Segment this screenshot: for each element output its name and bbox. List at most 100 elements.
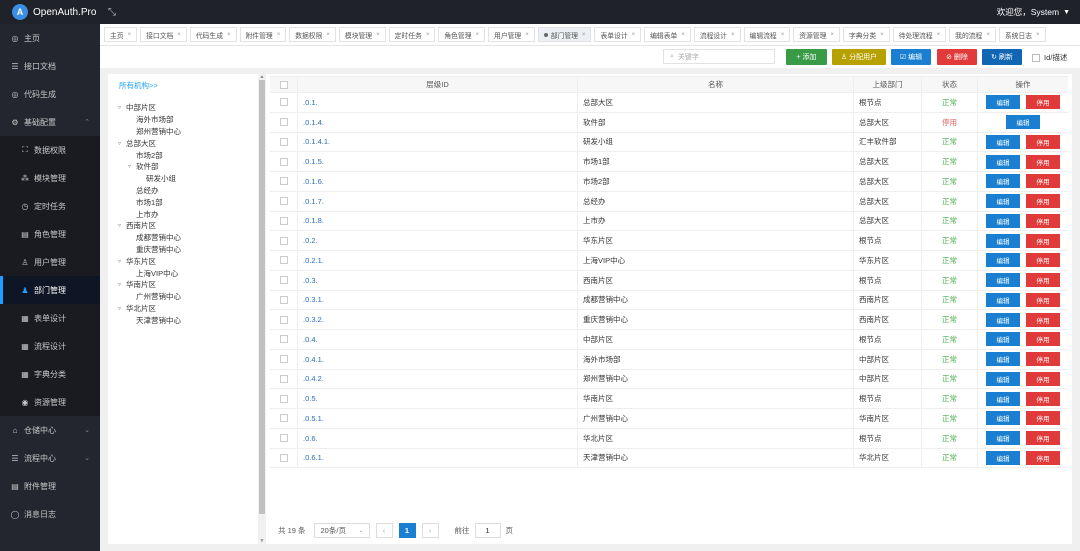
row-edit-button[interactable]: 编辑 (986, 233, 1020, 248)
close-icon[interactable]: × (227, 32, 231, 38)
row-select-cell[interactable] (270, 112, 298, 132)
row-disable-button[interactable]: 停用 (1026, 371, 1060, 386)
sidebar-item-data[interactable]: ⛶ 数据权限 (0, 136, 100, 164)
row-disable-button[interactable]: 停用 (1026, 292, 1060, 307)
row-checkbox[interactable] (279, 276, 288, 285)
row-select-cell[interactable] (270, 369, 298, 389)
tab-item[interactable]: 待处理流程 × (892, 27, 947, 42)
row-checkbox[interactable] (279, 414, 288, 423)
row-disable-button[interactable]: 停用 (1026, 194, 1060, 209)
table-row[interactable]: .0.1.6. 市场2部 总部大区 正常 编辑 停用 (270, 172, 1068, 192)
close-icon[interactable]: × (277, 32, 281, 38)
tab-item[interactable]: 模块管理 × (338, 27, 386, 42)
sidebar-item-check-circle[interactable]: ◎ 代码生成 (0, 80, 100, 108)
tab-item[interactable]: 接口文档 × (140, 27, 187, 42)
tab-item[interactable]: 编辑表单 × (644, 27, 691, 42)
table-row[interactable]: .0.1.4.1. 研发小组 汇丰软件部 正常 编辑 停用 (270, 132, 1068, 153)
tab-item[interactable]: 表单设计 × (594, 27, 642, 42)
tree-node[interactable]: ▿ 华北片区 (108, 303, 258, 315)
row-disable-button[interactable]: 停用 (1026, 253, 1060, 268)
row-select-cell[interactable] (270, 330, 298, 349)
row-checkbox[interactable] (279, 374, 288, 383)
tab-item[interactable]: 系统日志 × (998, 27, 1046, 42)
tree-node[interactable]: ▿ 总部大区 (108, 137, 258, 149)
tab-item[interactable]: 我的流程 × (949, 27, 996, 42)
user-menu[interactable]: 欢迎您，System ▼ (997, 0, 1070, 24)
row-disable-button[interactable]: 停用 (1026, 411, 1060, 426)
sidebar-item-timer[interactable]: ◷ 定时任务 (0, 192, 100, 220)
caret-down-icon[interactable]: ▿ (118, 222, 126, 229)
table-row[interactable]: .0.4.2. 郑州营销中心 中部片区 正常 编辑 停用 (270, 369, 1068, 390)
goto-page-input[interactable]: 1 (474, 523, 501, 538)
header-parent[interactable]: 上级部门 (854, 77, 922, 92)
row-disable-button[interactable]: 停用 (1026, 174, 1060, 189)
row-disable-button[interactable]: 停用 (1026, 233, 1060, 248)
caret-down-icon[interactable]: ▿ (128, 163, 136, 170)
row-disable-button[interactable]: 停用 (1026, 213, 1060, 228)
row-checkbox[interactable] (279, 453, 288, 462)
close-icon[interactable]: × (426, 32, 430, 38)
caret-down-icon[interactable]: ▿ (118, 140, 126, 147)
table-row[interactable]: .0.6. 华北片区 根节点 正常 编辑 停用 (270, 428, 1068, 449)
sidebar-item-process[interactable]: ☰ 流程中心 ⌄ (0, 444, 100, 472)
close-icon[interactable]: × (476, 32, 480, 38)
tree-node[interactable]: 广州营销中心 (108, 291, 258, 303)
id-desc-checkbox[interactable] (1032, 53, 1040, 62)
row-edit-button[interactable]: 编辑 (986, 371, 1020, 386)
table-row[interactable]: .0.6.1. 天津营销中心 华北片区 正常 编辑 停用 (270, 448, 1068, 469)
row-disable-button[interactable]: 停用 (1026, 134, 1060, 149)
tree-all-orgs-link[interactable]: 所有机构>> (119, 80, 158, 91)
row-select-cell[interactable] (270, 448, 298, 468)
row-edit-button[interactable]: 编辑 (986, 273, 1020, 288)
row-checkbox[interactable] (279, 394, 288, 403)
sidebar-item-module[interactable]: ⁂ 模块管理 (0, 164, 100, 192)
table-row[interactable]: .0.1.8. 上市办 总部大区 正常 编辑 停用 (270, 211, 1068, 232)
close-icon[interactable]: × (632, 32, 636, 38)
header-level-id[interactable]: 层级ID (298, 77, 578, 92)
table-row[interactable]: .0.1. 总部大区 根节点 正常 编辑 停用 (270, 93, 1068, 113)
table-row[interactable]: .0.1.4. 软件部 总部大区 停用 编辑 (270, 112, 1068, 133)
tree-node[interactable]: ▿ 西南片区 (108, 220, 258, 232)
sidebar-item-home[interactable]: ◎ 主页 (0, 24, 100, 52)
row-select-cell[interactable] (270, 428, 298, 448)
sidebar-item-flow[interactable]: ▦ 流程设计 (0, 332, 100, 360)
table-row[interactable]: .0.5.1. 广州营销中心 华南片区 正常 编辑 停用 (270, 409, 1068, 429)
row-disable-button[interactable]: 停用 (1026, 154, 1060, 169)
close-icon[interactable]: × (986, 32, 990, 38)
close-icon[interactable]: × (128, 32, 132, 38)
row-select-cell[interactable] (270, 191, 298, 211)
row-edit-button[interactable]: 编辑 (986, 253, 1020, 268)
close-icon[interactable]: × (376, 32, 380, 38)
table-row[interactable]: .0.4.1. 海外市场部 中部片区 正常 编辑 停用 (270, 349, 1068, 370)
tree-node[interactable]: 上市办 (108, 208, 258, 220)
select-all-cell[interactable] (270, 77, 298, 92)
tree-node[interactable]: 总经办 (108, 185, 258, 197)
tree-node[interactable]: 重庆营销中心 (108, 244, 258, 256)
tab-item[interactable]: 主页 × (104, 27, 138, 42)
tab-item[interactable]: 字典分类 × (842, 27, 890, 42)
row-disable-button[interactable]: 停用 (1026, 95, 1060, 110)
tab-item[interactable]: 流程设计 × (693, 27, 741, 42)
tab-item[interactable]: 用户管理 × (488, 27, 535, 42)
row-checkbox[interactable] (279, 98, 288, 107)
table-row[interactable]: .0.3. 西南片区 根节点 正常 编辑 停用 (270, 270, 1068, 291)
header-name[interactable]: 名称 (578, 77, 854, 92)
row-edit-button[interactable]: 编辑 (986, 391, 1020, 406)
edit-button[interactable]: ☑ 编辑 (891, 49, 931, 65)
tab-item[interactable]: 角色管理 × (438, 27, 486, 42)
row-select-cell[interactable] (270, 231, 298, 250)
sidebar-item-warehouse[interactable]: ⌂ 仓储中心 ⌄ (0, 416, 100, 444)
tree-node[interactable]: ▿ 华东片区 (108, 255, 258, 267)
table-row[interactable]: .0.2.1. 上海VIP中心 华东片区 正常 编辑 停用 (270, 251, 1068, 271)
row-select-cell[interactable] (270, 132, 298, 152)
close-icon[interactable]: × (326, 32, 330, 38)
row-checkbox[interactable] (279, 157, 288, 166)
row-edit-button[interactable]: 编辑 (986, 213, 1020, 228)
close-icon[interactable]: × (582, 32, 586, 38)
row-checkbox[interactable] (279, 315, 288, 324)
sidebar-item-role[interactable]: ▤ 角色管理 (0, 220, 100, 248)
row-select-cell[interactable] (270, 290, 298, 310)
row-edit-button[interactable]: 编辑 (1006, 115, 1040, 130)
sidebar-item-resource[interactable]: ◉ 资源管理 (0, 388, 100, 416)
tree-scrollbar[interactable]: ▲ ▼ (258, 74, 266, 544)
